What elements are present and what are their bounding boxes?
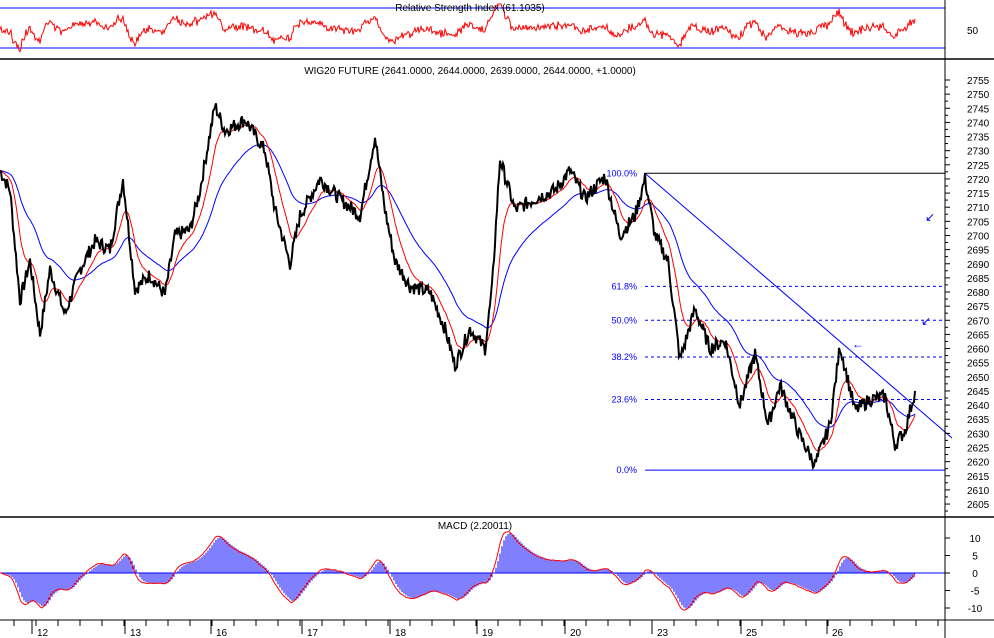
trend-line [644,172,953,439]
y-tick-label: 2665 [967,330,990,341]
y-tick-label: 2745 [967,104,990,115]
x-tick-label: 25 [746,628,758,638]
y-tick-label: 2750 [967,90,990,101]
y-tick-label: 2650 [967,373,990,384]
fib-level-label: 100.0% [606,168,637,178]
x-tick-label: 19 [482,628,494,638]
y-tick-label: 2640 [967,401,990,412]
y-tick-label: 2660 [967,345,990,356]
y-tick-label: 2710 [967,203,990,214]
y-tick-label: 2715 [967,189,990,200]
y-tick-label: 2680 [967,288,990,299]
x-tick-label: 17 [307,628,319,638]
y-tick-label: 2675 [967,302,990,313]
arrow-down-left-icon: ↙ [925,210,935,224]
fib-level-label: 50.0% [611,315,637,325]
macd-panel [0,531,945,611]
price-panel: 100.0% 61.8% 50.0% 38.2% 23.6% 0.0% [0,103,953,475]
y-tick-label: 2645 [967,387,990,398]
arrow-down-left-icon: ↙ [921,314,931,328]
y-tick-label: 2630 [967,429,990,440]
y-tick-label: 2635 [967,415,990,426]
arrow-left-icon: ← [852,337,864,351]
x-tick-label: 18 [395,628,407,638]
macd-tick-label: 10 [969,534,981,545]
y-tick-label: 2720 [967,175,990,186]
macd-tick-label: -10 [968,604,983,615]
y-tick-label: 2685 [967,274,990,285]
y-tick-label: 2610 [967,486,990,497]
y-tick-label: 2625 [967,444,990,455]
y-tick-label: 2620 [967,458,990,469]
macd-tick-label: 0 [972,569,978,580]
y-tick-label: 2755 [967,76,990,87]
y-tick-label: 2690 [967,260,990,271]
y-tick-label: 2615 [967,472,990,483]
rsi-title: Relative Strength Index (61.1035) [395,3,545,14]
fib-level-label: 61.8% [611,281,637,291]
axes: 2755 2750 2745 2740 2735 2730 2725 2720 2715 2710… [0,0,994,638]
y-tick-label: 2655 [967,359,990,370]
y-tick-label: 2670 [967,316,990,327]
macd-tick-label: 5 [972,552,978,563]
x-tick-label: 12 [37,628,49,638]
rsi-tick-label: 50 [967,26,979,37]
x-tick-label: 26 [832,628,844,638]
macd-tick-label: -5 [971,587,980,598]
fib-level-label: 23.6% [611,394,637,404]
x-tick-label: 20 [570,628,582,638]
x-tick-label: 16 [216,628,228,638]
y-tick-label: 2740 [967,118,990,129]
chart-window: 100.0% 61.8% 50.0% 38.2% 23.6% 0.0% 2755 2750 2… [0,0,994,638]
y-tick-label: 2730 [967,147,990,158]
chart-svg: 100.0%61.8%50.0%38.2%23.6%0.0% 275527502… [0,0,994,638]
fib-level-label: 38.2% [611,352,637,362]
y-tick-label: 2700 [967,231,990,242]
y-tick-label: 2605 [967,500,990,511]
fib-level-label: 0.0% [616,465,637,475]
y-tick-label: 2705 [967,217,990,228]
y-tick-label: 2725 [967,161,990,172]
x-tick-label: 13 [130,628,142,638]
macd-title: MACD (2.20011) [438,521,512,532]
y-tick-label: 2735 [967,133,990,144]
price-line [0,103,916,471]
x-tick-label: 23 [657,628,669,638]
y-tick-label: 2695 [967,246,990,257]
price-title: WIG20 FUTURE (2641.0000, 2644.0000, 2639… [304,66,636,77]
